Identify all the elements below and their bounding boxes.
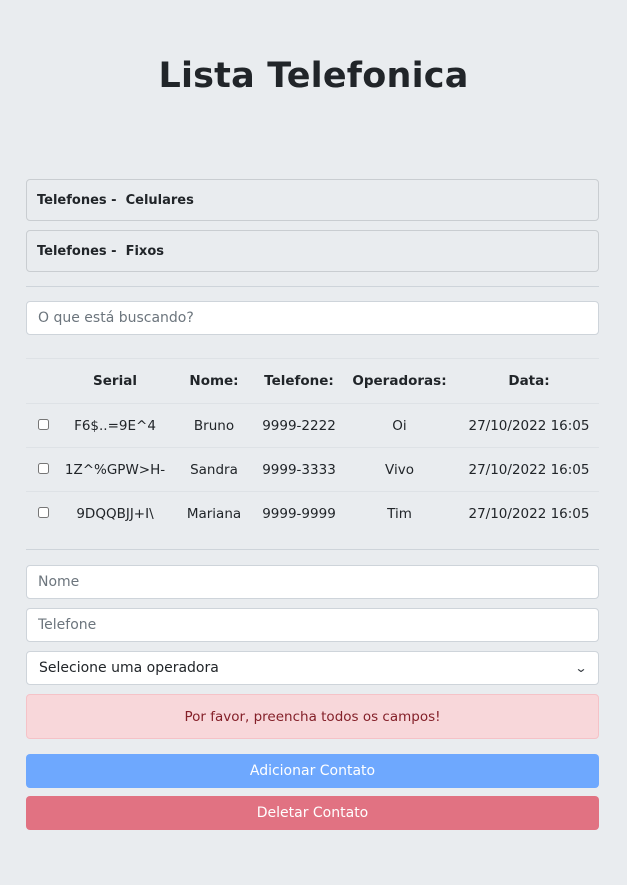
operadora-select[interactable]: Selecione uma operadora ⌄ bbox=[26, 651, 599, 685]
nome-input[interactable] bbox=[26, 565, 599, 599]
cell-data: 27/10/2022 16:05 bbox=[468, 417, 590, 434]
contacts-table: Serial Nome: Telefone: Operadoras: Data:… bbox=[26, 358, 599, 536]
row-checkbox[interactable] bbox=[37, 419, 49, 430]
table-row: F6$..=9E^4 Bruno 9999-2222 Oi 27/10/2022… bbox=[26, 403, 599, 448]
cell-nome: Mariana bbox=[186, 505, 242, 522]
telefone-input[interactable] bbox=[26, 608, 599, 642]
table-row: 1Z^%GPW>H- Sandra 9999-3333 Vivo 27/10/2… bbox=[26, 447, 599, 492]
search-input[interactable] bbox=[26, 301, 599, 335]
cell-serial: F6$..=9E^4 bbox=[74, 417, 156, 434]
cell-serial: 1Z^%GPW>H- bbox=[64, 461, 166, 478]
cell-nome: Bruno bbox=[193, 417, 235, 434]
accordion-celulares[interactable]: Telefones - Celulares bbox=[26, 179, 599, 221]
cell-telefone: 9999-3333 bbox=[262, 461, 336, 478]
accordion-fixos-label: Telefones - Fixos bbox=[37, 243, 164, 259]
header-select bbox=[26, 359, 60, 404]
delete-contact-button[interactable]: Deletar Contato bbox=[26, 796, 599, 830]
cell-operadora: Tim bbox=[387, 505, 412, 522]
accordion-fixos[interactable]: Telefones - Fixos bbox=[26, 230, 599, 272]
header-telefone: Telefone: bbox=[264, 373, 334, 389]
header-serial: Serial bbox=[93, 373, 137, 389]
header-data: Data: bbox=[508, 373, 550, 389]
table-header-row: Serial Nome: Telefone: Operadoras: Data: bbox=[26, 358, 599, 404]
chevron-down-icon: ⌄ bbox=[574, 661, 588, 675]
cell-nome: Sandra bbox=[190, 461, 238, 478]
table-row: 9DQQBJJ+I\ Mariana 9999-9999 Tim 27/10/2… bbox=[26, 491, 599, 536]
add-contact-button[interactable]: Adicionar Contato bbox=[26, 754, 599, 788]
header-operadoras: Operadoras: bbox=[352, 373, 447, 389]
cell-serial: 9DQQBJJ+I\ bbox=[76, 505, 154, 522]
error-alert-message: Por favor, preencha todos os campos! bbox=[184, 708, 441, 725]
cell-operadora: Oi bbox=[392, 417, 407, 434]
accordion-celulares-label: Telefones - Celulares bbox=[37, 192, 194, 208]
page-title: Lista Telefonica bbox=[158, 56, 469, 96]
cell-operadora: Vivo bbox=[385, 461, 414, 478]
cell-telefone: 9999-9999 bbox=[262, 505, 336, 522]
error-alert: Por favor, preencha todos os campos! bbox=[26, 694, 599, 739]
header-nome: Nome: bbox=[189, 373, 239, 389]
operadora-select-value: Selecione uma operadora bbox=[39, 660, 219, 676]
divider bbox=[26, 549, 599, 550]
cell-telefone: 9999-2222 bbox=[262, 417, 336, 434]
cell-data: 27/10/2022 16:05 bbox=[468, 505, 590, 522]
row-checkbox[interactable] bbox=[37, 463, 49, 474]
divider bbox=[26, 286, 599, 287]
row-checkbox[interactable] bbox=[37, 507, 49, 519]
cell-data: 27/10/2022 16:05 bbox=[468, 461, 590, 478]
